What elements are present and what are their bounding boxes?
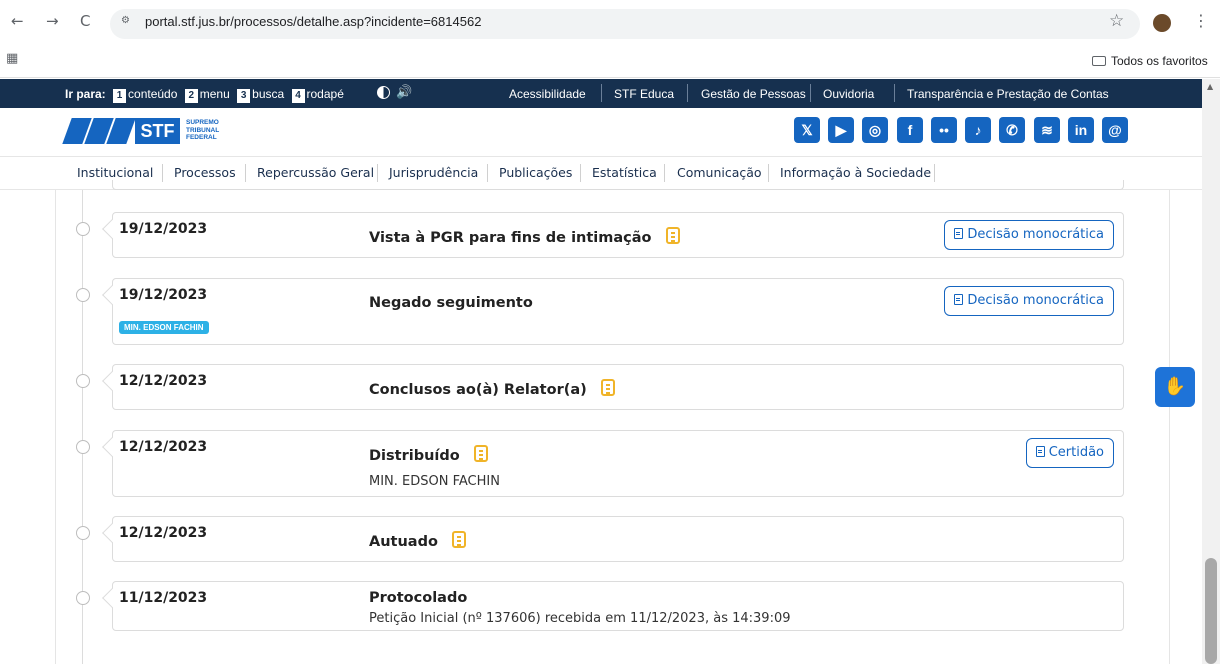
timeline-dot [76,440,90,454]
all-bookmarks-label: Todos os favoritos [1111,54,1208,68]
timeline-card: 12/12/2023 Autuado [102,516,1124,562]
x-icon[interactable]: 𝕏 [794,117,820,143]
document-icon [954,228,964,239]
flickr-icon[interactable]: •• [931,117,957,143]
note-icon[interactable] [451,531,466,548]
nav-comunicacao[interactable]: Comunicação [677,165,762,180]
skip-label: Ir para: [65,87,106,101]
nav-repercussao-geral[interactable]: Repercussão Geral [257,165,374,180]
timeline-card: 19/12/2023 Vista à PGR para fins de inti… [102,212,1124,258]
certidao-button[interactable]: Certidão [1025,438,1114,468]
event-title: Distribuído [369,445,488,464]
event-title: Conclusos ao(à) Relator(a) [369,379,615,398]
nav-publicacoes[interactable]: Publicações [499,165,572,180]
link-ouvidoria[interactable]: Ouvidoria [823,87,874,101]
scrollbar-thumb[interactable] [1205,558,1217,664]
note-icon[interactable] [473,445,488,462]
decisao-monocratica-button[interactable]: Decisão monocrática [944,220,1114,250]
timeline-dot [76,526,90,540]
nav-estatistica[interactable]: Estatística [592,165,657,180]
timeline-dot [76,288,90,302]
event-date: 19/12/2023 [119,221,208,237]
page-viewport: Ir para: 1 conteúdo 2 menu 3 busca 4 rodapé … [0,79,1202,664]
event-date: 12/12/2023 [119,373,208,389]
link-acessibilidade[interactable]: Acessibilidade [509,87,586,101]
nav-jurisprudencia[interactable]: Jurisprudência [389,165,478,180]
event-date: 11/12/2023 [119,590,208,606]
nav-informacao-sociedade[interactable]: Informação à Sociedade [780,165,931,180]
skip-links: Ir para: 1 conteúdo 2 menu 3 busca 4 rodapé [65,87,344,103]
bookmarks-bar [0,46,1220,78]
facebook-icon[interactable]: f [897,117,923,143]
site-info-icon[interactable]: ⚙ [121,15,130,26]
forward-button[interactable]: → [46,12,59,30]
skip-link-search[interactable]: 3 busca [233,87,284,103]
folder-icon [1092,56,1106,66]
timeline-dot [76,374,90,388]
minister-badge: MIN. EDSON FACHIN [119,321,209,334]
link-transparencia[interactable]: Transparência e Prestação de Contas [907,87,1109,101]
document-icon [954,294,964,305]
scroll-up-arrow-icon[interactable]: ▲ [1207,82,1213,91]
link-gestao-pessoas[interactable]: Gestão de Pessoas [701,87,806,101]
apps-grid-icon[interactable]: ▦ [6,51,18,66]
document-icon [1035,446,1045,457]
spotify-icon[interactable]: ≋ [1034,117,1060,143]
event-detail: Petição Inicial (nº 137606) recebida em … [369,611,791,626]
event-date: 19/12/2023 [119,287,208,303]
audio-speaker-icon[interactable]: 🔊 [396,84,412,100]
contrast-icon[interactable] [377,86,390,99]
divider [687,84,688,102]
vlibras-sign-language-icon[interactable]: ✋ [1155,367,1195,407]
timeline-card: 12/12/2023 Conclusos ao(à) Relator(a) [102,364,1124,410]
divider [894,84,895,102]
tiktok-icon[interactable]: ♪ [965,117,991,143]
skip-link-footer[interactable]: 4 rodapé [288,87,344,103]
logo-abbr: STF [135,118,180,144]
browser-menu-icon[interactable]: ⋮ [1193,11,1209,30]
timeline-card: 11/12/2023 Protocolado Petição Inicial (… [102,581,1124,631]
note-icon[interactable] [600,379,615,396]
url-text[interactable]: portal.stf.jus.br/processos/detalhe.asp?… [145,14,481,29]
event-date: 12/12/2023 [119,525,208,541]
instagram-icon[interactable]: ◎ [862,117,888,143]
all-bookmarks-folder[interactable]: Todos os favoritos [1092,54,1208,68]
decisao-monocratica-button[interactable]: Decisão monocrática [944,286,1114,316]
note-icon[interactable] [665,227,680,244]
divider [601,84,602,102]
timeline-dot [76,222,90,236]
skip-link-menu[interactable]: 2 menu [181,87,230,103]
back-button[interactable]: ← [11,12,24,30]
skip-link-content[interactable]: 1 conteúdo [109,87,177,103]
linkedin-icon[interactable]: in [1068,117,1094,143]
threads-icon[interactable]: @ [1102,117,1128,143]
nav-processos[interactable]: Processos [174,165,236,180]
event-title: Protocolado [369,590,468,606]
divider [810,84,811,102]
timeline-card: 12/12/2023 Distribuído MIN. EDSON FACHIN… [102,430,1124,497]
profile-avatar[interactable] [1153,14,1171,32]
reload-button[interactable]: C [80,12,90,30]
event-date: 12/12/2023 [119,439,208,455]
youtube-icon[interactable]: ▶ [828,117,854,143]
whatsapp-icon[interactable]: ✆ [999,117,1025,143]
timeline-card: 19/12/2023 MIN. EDSON FACHIN Negado segu… [102,278,1124,345]
event-title: Vista à PGR para fins de intimação [369,227,680,246]
event-detail: MIN. EDSON FACHIN [369,474,500,489]
logo-text: SUPREMO TRIBUNAL FEDERAL [186,119,220,141]
timeline-card-partial [112,180,1124,190]
event-title: Autuado [369,531,466,550]
event-title: Negado seguimento [369,295,533,311]
nav-institucional[interactable]: Institucional [77,165,153,180]
timeline-dot [76,591,90,605]
bookmark-star-icon[interactable]: ☆ [1109,11,1124,31]
accessibility-bar: Ir para: 1 conteúdo 2 menu 3 busca 4 rodapé … [0,79,1202,108]
link-stf-educa[interactable]: STF Educa [614,87,674,101]
